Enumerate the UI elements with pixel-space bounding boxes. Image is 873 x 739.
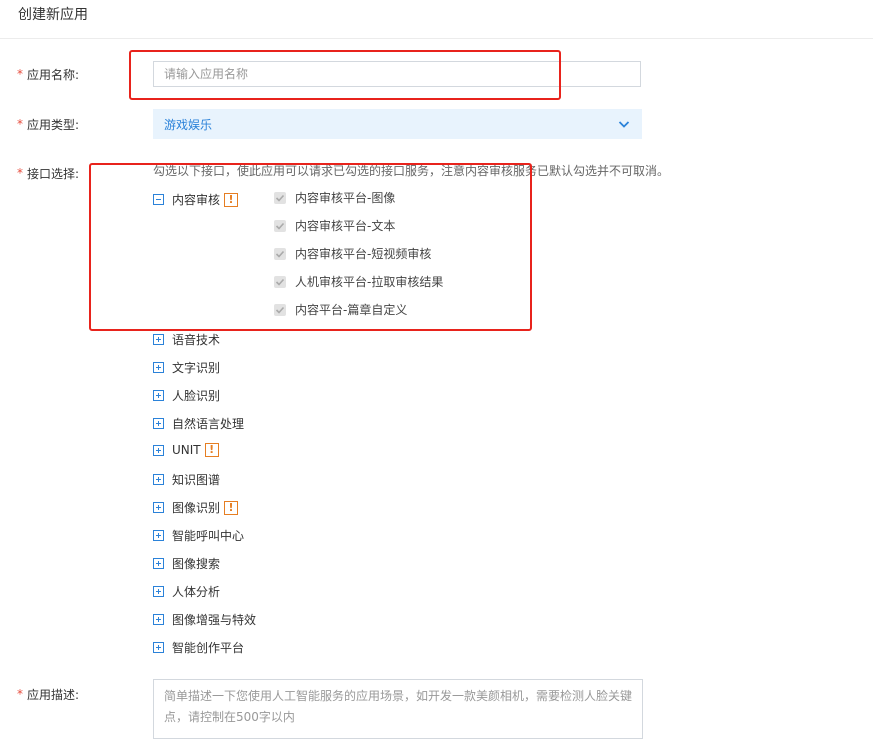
api-group-label: 智能创作平台 [172, 641, 245, 655]
app-name-input[interactable] [153, 61, 641, 87]
api-group-label: 内容审核 [172, 193, 221, 207]
chevron-down-icon [618, 121, 630, 128]
api-group-label: 图像增强与特效 [172, 613, 257, 627]
api-option-label: 内容审核平台-短视频审核 [295, 247, 432, 261]
required-mark: * [17, 67, 23, 81]
required-mark: * [17, 117, 23, 131]
api-group-creation[interactable]: 智能创作平台 [153, 639, 244, 656]
api-group-label: 文字识别 [172, 361, 221, 375]
api-group-label: 语音技术 [172, 333, 221, 347]
api-group-label: 知识图谱 [172, 473, 221, 487]
api-select-label: 接口选择: [27, 167, 80, 181]
check-icon [275, 194, 285, 202]
expand-icon[interactable] [153, 418, 164, 429]
required-mark: * [17, 687, 23, 701]
check-icon [275, 278, 285, 286]
api-select-hint: 勾选以下接口，使此应用可以请求已勾选的接口服务，注意内容审核服务已默认勾选并不可… [153, 164, 670, 178]
check-icon [275, 250, 285, 258]
api-group-label: 图像识别 [172, 501, 221, 515]
api-option-label: 内容平台-篇章自定义 [295, 303, 408, 317]
api-group-body-analysis[interactable]: 人体分析 [153, 583, 220, 600]
check-icon [275, 222, 285, 230]
checkbox-checked-disabled [274, 219, 286, 232]
api-group-image-enhance[interactable]: 图像增强与特效 [153, 611, 256, 628]
app-description-input[interactable] [153, 679, 643, 739]
api-group-label: 智能呼叫中心 [172, 529, 245, 543]
checkbox-checked-disabled [274, 191, 286, 204]
api-option: 内容审核平台-短视频审核 [274, 245, 431, 262]
api-option: 内容审核平台-图像 [274, 189, 395, 206]
api-group-face[interactable]: 人脸识别 [153, 387, 220, 404]
api-option: 内容平台-篇章自定义 [274, 301, 407, 318]
app-type-select[interactable]: 游戏娱乐 [153, 109, 642, 139]
app-name-label: 应用名称: [27, 68, 80, 82]
api-group-unit[interactable]: UNIT ! [153, 443, 219, 457]
collapse-icon[interactable] [153, 194, 164, 205]
api-group-call-center[interactable]: 智能呼叫中心 [153, 527, 244, 544]
api-group-label: 图像搜索 [172, 557, 221, 571]
api-group-label: 人体分析 [172, 585, 221, 599]
api-group-image-search[interactable]: 图像搜索 [153, 555, 220, 572]
expand-icon[interactable] [153, 444, 164, 456]
api-group-kg[interactable]: 知识图谱 [153, 471, 220, 488]
api-group-speech[interactable]: 语音技术 [153, 331, 220, 348]
app-type-label: 应用类型: [27, 118, 80, 132]
page-title: 创建新应用 [18, 7, 88, 23]
api-group-label: UNIT [172, 443, 201, 457]
api-group-ocr[interactable]: 文字识别 [153, 359, 220, 376]
required-mark: * [17, 166, 23, 180]
api-group-content-audit[interactable]: 内容审核 ! [153, 191, 239, 208]
expand-icon[interactable] [153, 614, 164, 625]
expand-icon[interactable] [153, 334, 164, 345]
api-option-label: 人机审核平台-拉取审核结果 [295, 275, 444, 289]
expand-icon[interactable] [153, 474, 164, 485]
api-option-label: 内容审核平台-文本 [295, 219, 396, 233]
check-icon [275, 306, 285, 314]
expand-icon[interactable] [153, 390, 164, 401]
api-group-label: 人脸识别 [172, 389, 221, 403]
expand-icon[interactable] [153, 502, 164, 513]
expand-icon[interactable] [153, 362, 164, 373]
app-type-value: 游戏娱乐 [164, 117, 213, 132]
app-description-label: 应用描述: [27, 688, 80, 702]
api-option: 内容审核平台-文本 [274, 217, 395, 234]
expand-icon[interactable] [153, 558, 164, 569]
expand-icon[interactable] [153, 586, 164, 597]
warning-icon: ! [224, 500, 239, 515]
expand-icon[interactable] [153, 642, 164, 653]
api-group-label: 自然语言处理 [172, 417, 245, 431]
api-option: 人机审核平台-拉取审核结果 [274, 273, 443, 290]
page-header: 创建新应用 [0, 0, 873, 39]
checkbox-checked-disabled [274, 303, 286, 316]
checkbox-checked-disabled [274, 275, 286, 288]
warning-icon: ! [224, 192, 239, 207]
checkbox-checked-disabled [274, 247, 286, 260]
api-group-nlp[interactable]: 自然语言处理 [153, 415, 244, 432]
api-group-image-recognition[interactable]: 图像识别 ! [153, 499, 239, 516]
api-option-label: 内容审核平台-图像 [295, 191, 396, 205]
warning-icon: ! [204, 443, 219, 457]
expand-icon[interactable] [153, 530, 164, 541]
